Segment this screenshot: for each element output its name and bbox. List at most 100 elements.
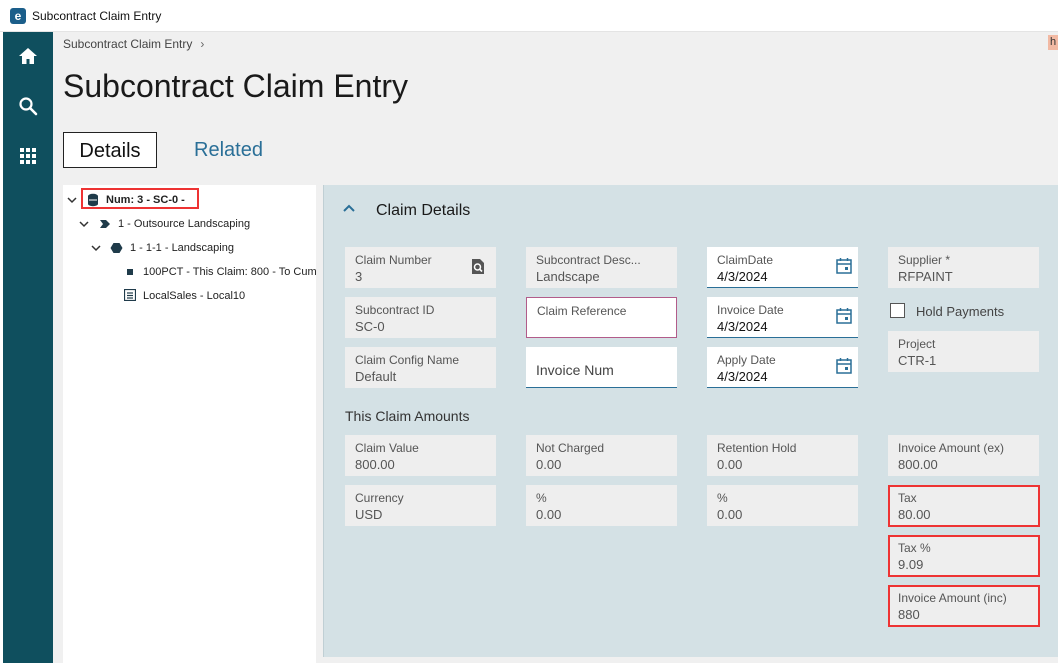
invoice-date-field[interactable]: Invoice Date 4/3/2024 [707,297,858,338]
field-value: 3 [355,269,363,284]
tree-level1-label: 1 - Outsource Landscaping [118,218,251,230]
panel-title: Claim Details [376,202,471,219]
field-label: Retention Hold [717,441,797,455]
tree-node-level1[interactable]: 1 - Outsource Landscaping [63,214,316,234]
claim-reference-field[interactable]: Claim Reference [526,297,677,338]
tree-root-label: Num: 3 - SC-0 - [106,194,185,206]
checkbox-label: Hold Payments [916,304,1005,319]
apps-grid-icon[interactable] [18,146,38,166]
breadcrumb: Subcontract Claim Entry › [63,37,204,51]
app-logo-icon: e [10,8,26,24]
chevron-up-icon[interactable] [342,203,356,213]
field-label: Claim Number [355,253,432,267]
tree-node-root[interactable]: Num: 3 - SC-0 - [63,190,316,210]
hexagon-icon [110,243,123,253]
hold-payments-checkbox[interactable]: Hold Payments [890,303,1040,323]
field-value: SC-0 [355,319,385,334]
tree-level2-label: 1 - 1-1 - Landscaping [130,242,234,254]
main-content: Subcontract Claim Entry › h Subcontract C… [53,32,1058,663]
window-title: Subcontract Claim Entry [32,9,162,23]
invoice-num-field[interactable]: Invoice Num [526,347,677,388]
splitter[interactable] [316,185,323,663]
field-value: CTR-1 [898,353,937,368]
field-label: % [717,491,728,505]
claim-date-field[interactable]: ClaimDate 4/3/2024 [707,247,858,288]
chevron-down-icon [79,221,89,228]
left-nav-bar [3,32,53,663]
supplier-field[interactable]: Supplier * RFPAINT [888,247,1039,288]
field-value: 800.00 [898,457,938,472]
square-bullet-icon [127,269,133,275]
field-value: 9.09 [898,557,924,572]
calendar-icon[interactable] [836,307,852,324]
tree-node-tax[interactable]: LocalSales - Local10 [63,286,316,306]
field-label: Subcontract ID [355,303,435,317]
field-placeholder: Invoice Num [536,362,614,378]
not-charged-percent-field[interactable]: % 0.00 [526,485,677,526]
field-value: 0.00 [536,507,562,522]
field-label: Not Charged [536,441,605,455]
retention-percent-field[interactable]: % 0.00 [707,485,858,526]
claim-value-field[interactable]: Claim Value 800.00 [345,435,496,476]
not-charged-field[interactable]: Not Charged 0.00 [526,435,677,476]
database-icon [88,193,98,207]
field-label: Invoice Amount (ex) [898,441,1005,455]
tab-related[interactable]: Related [194,132,263,168]
field-value: RFPAINT [898,269,953,284]
document-list-icon [124,289,136,301]
claim-number-field[interactable]: Claim Number 3 [345,247,496,288]
claim-details-panel: Claim Details Claim Number 3 Subcontract… [323,185,1058,657]
field-label: Invoice Date [717,303,784,317]
search-icon[interactable] [18,96,38,116]
invoice-amount-inc-field[interactable]: Invoice Amount (inc) 880 [888,585,1040,627]
claim-config-field[interactable]: Claim Config Name Default [345,347,496,388]
field-value: 0.00 [717,507,743,522]
calendar-icon[interactable] [836,257,852,274]
chevron-down-icon [91,245,101,252]
panel-header[interactable]: Claim Details [324,185,1058,235]
field-value: 880 [898,607,920,622]
page-title: Subcontract Claim Entry [63,68,409,104]
lookup-icon[interactable] [471,259,484,274]
retention-hold-field[interactable]: Retention Hold 0.00 [707,435,858,476]
tag-arrow-icon [100,220,110,228]
corner-badge: h [1048,35,1058,50]
tab-details[interactable]: Details [63,132,157,168]
tree-node-level2[interactable]: 1 - 1-1 - Landscaping [63,238,316,258]
project-field[interactable]: Project CTR-1 [888,331,1039,372]
field-label: Claim Reference [537,304,627,318]
field-label: Invoice Amount (inc) [898,591,1007,605]
home-icon[interactable] [18,46,38,66]
field-value: 0.00 [717,457,743,472]
invoice-amount-ex-field[interactable]: Invoice Amount (ex) 800.00 [888,435,1039,476]
subcontract-id-field[interactable]: Subcontract ID SC-0 [345,297,496,338]
tree-tax-label: LocalSales - Local10 [143,290,246,302]
field-label: Currency [355,491,404,505]
subcontract-desc-field[interactable]: Subcontract Desc... Landscape [526,247,677,288]
chevron-down-icon [67,197,77,204]
field-value: 0.00 [536,457,562,472]
chevron-right-icon: › [200,37,205,51]
currency-field[interactable]: Currency USD [345,485,496,526]
field-label: Tax [898,491,917,505]
checkbox-box[interactable] [890,303,905,318]
field-value: 800.00 [355,457,395,472]
field-value: Landscape [536,269,600,284]
field-label: Supplier * [898,253,951,267]
title-bar: e Subcontract Claim Entry [0,0,1058,32]
field-value: 4/3/2024 [717,269,768,284]
field-label: Apply Date [717,353,776,367]
field-label: Project [898,337,936,351]
field-value: 4/3/2024 [717,369,768,384]
tax-percent-field[interactable]: Tax % 9.09 [888,535,1040,577]
field-label: ClaimDate [717,253,774,267]
tax-field[interactable]: Tax 80.00 [888,485,1040,527]
field-value: 80.00 [898,507,931,522]
field-label: Tax % [898,541,931,555]
this-claim-amounts-heading: This Claim Amounts [345,408,470,424]
field-value: USD [355,507,383,522]
tree-node-level3[interactable]: 100PCT - This Claim: 800 - To Cumu [63,262,316,282]
apply-date-field[interactable]: Apply Date 4/3/2024 [707,347,858,388]
calendar-icon[interactable] [836,357,852,374]
breadcrumb-item[interactable]: Subcontract Claim Entry [63,37,192,51]
